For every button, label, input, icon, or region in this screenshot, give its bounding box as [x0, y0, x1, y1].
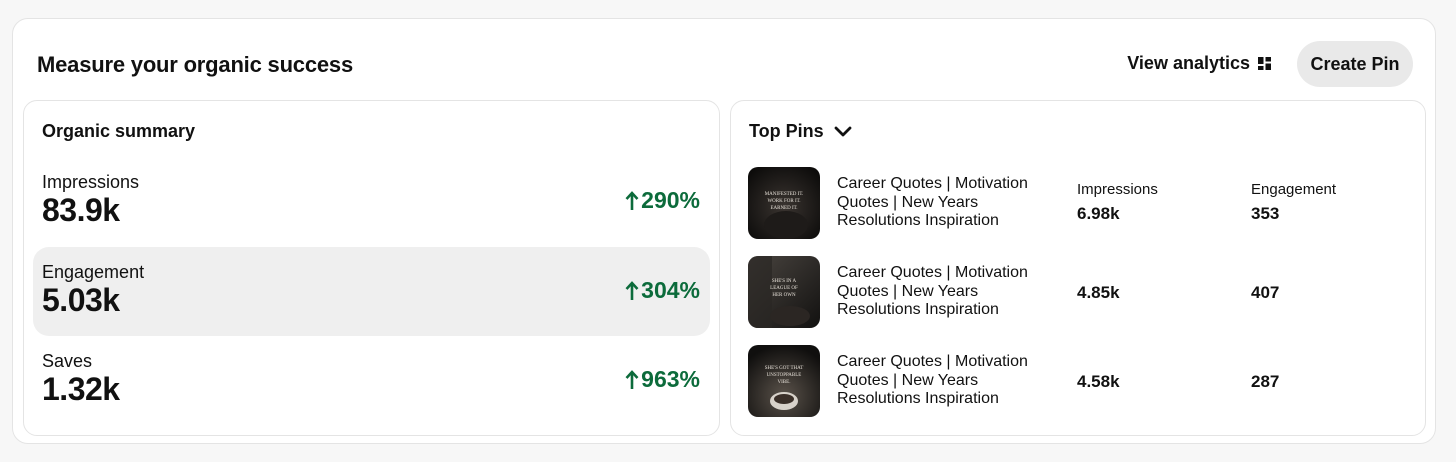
- pin-title[interactable]: Career Quotes | Motivation Quotes | New …: [837, 175, 1047, 231]
- top-pin-row: MANIFESTED IT. WORK FOR IT. EARNED IT. C…: [748, 167, 1418, 241]
- pin-image: SHE'S IN A LEAGUE OF HER OWN: [748, 256, 820, 328]
- chevron-down-icon: [834, 126, 852, 136]
- metric-label: Impressions: [42, 172, 140, 192]
- metric-change-value: 290%: [641, 187, 700, 213]
- top-pin-row: SHE'S GOT THAT UNSTOPPABLE VIBE. Career …: [748, 345, 1418, 419]
- pin-engagement: 287: [1251, 372, 1280, 391]
- metric-engagement[interactable]: Engagement 5.03k 304%: [33, 247, 710, 336]
- metric-change-value: 963%: [641, 366, 700, 392]
- metric-value: 83.9k: [42, 192, 120, 228]
- metric-value: 1.32k: [42, 371, 120, 407]
- metric-change-value: 304%: [641, 277, 700, 303]
- pin-image: SHE'S GOT THAT UNSTOPPABLE VIBE.: [748, 345, 820, 417]
- pin-image: MANIFESTED IT. WORK FOR IT. EARNED IT.: [748, 167, 820, 239]
- organic-success-card: Measure your organic success View analyt…: [12, 18, 1436, 444]
- svg-text:EARNED IT.: EARNED IT.: [770, 206, 797, 211]
- view-analytics-label: View analytics: [1127, 53, 1250, 73]
- metric-label: Engagement: [42, 262, 145, 282]
- pin-title[interactable]: Career Quotes | Motivation Quotes | New …: [837, 264, 1047, 320]
- svg-text:SHE'S IN A: SHE'S IN A: [772, 279, 797, 284]
- pin-impressions: 4.85k: [1077, 283, 1120, 302]
- metric-value: 5.03k: [42, 282, 120, 318]
- top-pins-panel: Top Pins MANIFESTED IT. WORK FOR IT. EAR…: [730, 100, 1426, 436]
- pin-thumbnail[interactable]: SHE'S GOT THAT UNSTOPPABLE VIBE.: [748, 345, 820, 417]
- page-title: Measure your organic success: [37, 52, 353, 77]
- view-analytics-link[interactable]: View analytics: [1127, 53, 1271, 74]
- metric-impressions[interactable]: Impressions 83.9k 290%: [33, 157, 710, 246]
- arrow-up-icon: [625, 369, 639, 389]
- top-pin-row: SHE'S IN A LEAGUE OF HER OWN Career Quot…: [748, 256, 1418, 330]
- metric-saves[interactable]: Saves 1.32k 963%: [33, 336, 710, 425]
- pin-impressions: 6.98k: [1077, 204, 1120, 223]
- svg-text:VIBE.: VIBE.: [778, 380, 791, 385]
- arrow-up-icon: [625, 280, 639, 300]
- pin-engagement: 353: [1251, 204, 1280, 223]
- organic-summary-title: Organic summary: [42, 121, 196, 141]
- arrow-up-icon: [625, 190, 639, 210]
- pin-thumbnail[interactable]: MANIFESTED IT. WORK FOR IT. EARNED IT.: [748, 167, 820, 239]
- metric-change: 963%: [625, 366, 700, 393]
- organic-summary-panel: Organic summary Impressions 83.9k 290% E…: [23, 100, 720, 436]
- svg-text:HER OWN: HER OWN: [772, 293, 796, 298]
- svg-text:WORK FOR IT.: WORK FOR IT.: [767, 199, 800, 204]
- metric-change: 290%: [625, 187, 700, 214]
- impressions-label: Impressions: [1077, 181, 1158, 198]
- top-pins-title: Top Pins: [749, 121, 824, 141]
- metric-change: 304%: [625, 277, 700, 304]
- svg-text:UNSTOPPABLE: UNSTOPPABLE: [767, 373, 802, 378]
- svg-text:SHE'S GOT THAT: SHE'S GOT THAT: [765, 366, 804, 371]
- create-pin-button[interactable]: Create Pin: [1297, 41, 1413, 87]
- svg-text:LEAGUE OF: LEAGUE OF: [770, 286, 798, 291]
- pin-engagement: 407: [1251, 283, 1280, 302]
- svg-text:MANIFESTED IT.: MANIFESTED IT.: [765, 192, 804, 197]
- pin-thumbnail[interactable]: SHE'S IN A LEAGUE OF HER OWN: [748, 256, 820, 328]
- metric-label: Saves: [42, 351, 93, 371]
- engagement-label: Engagement: [1251, 181, 1337, 198]
- top-pins-dropdown[interactable]: Top Pins: [749, 121, 852, 142]
- pin-title[interactable]: Career Quotes | Motivation Quotes | New …: [837, 353, 1047, 409]
- dashboard-icon: [1258, 57, 1271, 70]
- pin-impressions: 4.58k: [1077, 372, 1120, 391]
